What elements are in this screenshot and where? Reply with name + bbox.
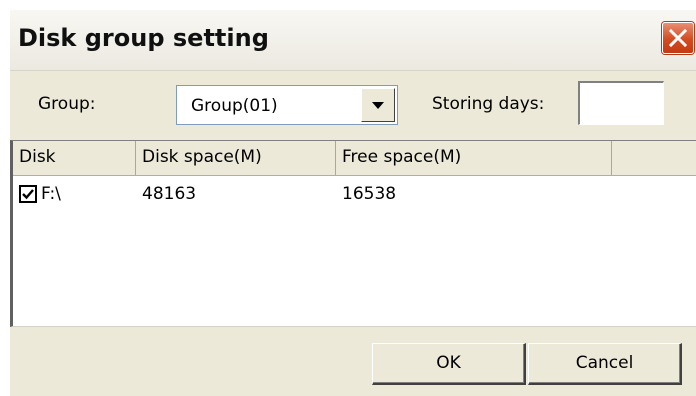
disk-list[interactable]: Disk Disk space(M) Free space(M) F:\ 481… <box>10 140 696 327</box>
group-dropdown-button[interactable] <box>361 88 395 122</box>
button-bar: OK Cancel <box>10 328 696 396</box>
list-header: Disk Disk space(M) Free space(M) <box>13 141 696 176</box>
chevron-down-icon <box>372 102 384 109</box>
checkmark-icon <box>22 189 34 200</box>
column-header-disk[interactable]: Disk <box>13 141 136 175</box>
column-header-blank[interactable] <box>612 141 696 175</box>
group-select-value: Group(01) <box>191 96 278 116</box>
disk-space-cell: 48163 <box>142 184 197 204</box>
table-row[interactable]: F:\ 48163 16538 <box>13 180 696 210</box>
disk-group-setting-dialog: Disk group setting Group: Group(01) Stor… <box>10 10 696 396</box>
storing-days-label: Storing days: <box>432 94 545 114</box>
disk-cell: F:\ <box>41 184 61 204</box>
close-button[interactable] <box>662 22 694 54</box>
group-select[interactable]: Group(01) <box>176 85 398 125</box>
ok-button[interactable]: OK <box>372 343 526 385</box>
window-title: Disk group setting <box>18 24 269 52</box>
close-icon <box>668 28 688 48</box>
column-header-free-space[interactable]: Free space(M) <box>336 141 612 175</box>
group-label: Group: <box>38 94 96 114</box>
disk-checkbox[interactable] <box>19 185 37 203</box>
free-space-cell: 16538 <box>342 184 397 204</box>
storing-days-input[interactable] <box>578 81 664 125</box>
title-bar[interactable]: Disk group setting <box>10 10 696 71</box>
cancel-button[interactable]: Cancel <box>528 343 682 385</box>
column-header-disk-space[interactable]: Disk space(M) <box>136 141 336 175</box>
